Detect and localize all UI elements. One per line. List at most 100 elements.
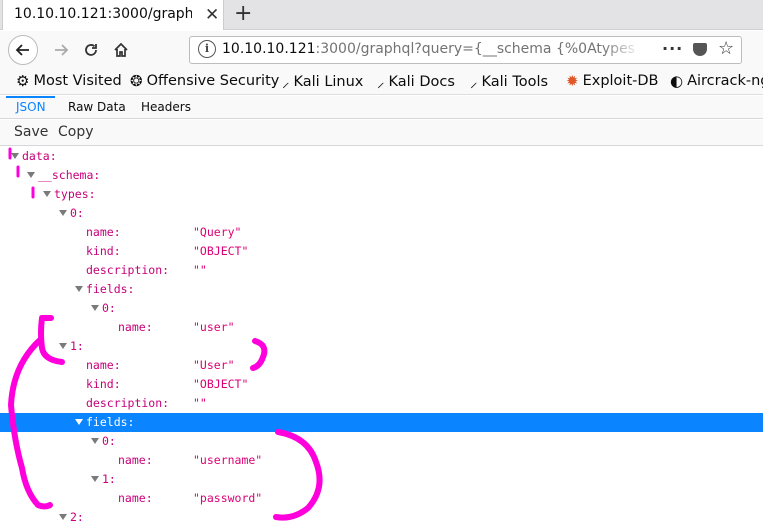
expand-toggle-icon[interactable]	[59, 514, 67, 520]
forward-button[interactable]	[46, 35, 76, 65]
tree-key: name:	[118, 491, 153, 505]
json-viewer-tabs: JSON Raw Data Headers	[0, 96, 763, 119]
copy-button[interactable]: Copy	[58, 124, 94, 140]
expand-toggle-icon[interactable]	[75, 286, 83, 292]
expand-toggle-icon[interactable]	[59, 210, 67, 216]
expand-toggle-icon[interactable]	[11, 153, 19, 159]
tree-key: 0:	[102, 434, 116, 448]
expand-toggle-icon[interactable]	[27, 172, 35, 178]
bookmark-star-icon[interactable]: ☆	[718, 38, 734, 59]
exploitdb-bug-icon: ✹	[566, 72, 579, 90]
save-button[interactable]: Save	[14, 124, 48, 140]
tree-key: kind:	[86, 377, 121, 391]
tree-row[interactable]: types:	[0, 185, 763, 204]
tree-row[interactable]: name: "Query"	[0, 223, 763, 242]
tree-row-selected[interactable]: fields:	[0, 413, 763, 432]
url-bar[interactable]: i 10.10.10.121:3000/graphql?query={__sch…	[189, 36, 742, 64]
bookmark-label: Offensive Security	[146, 73, 280, 89]
browser-tab[interactable]: 10.10.10.121:3000/graphql?query={__schem…	[2, 0, 224, 30]
tree-row[interactable]: 1:	[0, 337, 763, 356]
tree-key: 1:	[102, 472, 116, 486]
tree-key: 0:	[102, 301, 116, 315]
tree-row[interactable]: data:	[0, 147, 763, 166]
reload-button[interactable]	[76, 35, 106, 65]
tree-row[interactable]: name: "User"	[0, 356, 763, 375]
close-icon[interactable]: ✕	[205, 5, 219, 25]
expand-toggle-icon[interactable]	[43, 191, 51, 197]
tree-value: "User"	[193, 358, 235, 372]
kali-dragon-icon: ⸝	[470, 73, 478, 91]
json-viewer-toolbar: Save Copy	[0, 120, 763, 146]
tree-row[interactable]: description: ""	[0, 261, 763, 280]
bookmark-label: Kali Linux	[293, 74, 364, 90]
bookmark-aircrack-ng[interactable]: ◐ Aircrack-ng	[670, 72, 763, 90]
bookmark-offensive-security[interactable]: ❂ Offensive Security	[130, 72, 279, 90]
bookmark-most-visited[interactable]: ⚙ Most Visited	[16, 72, 122, 90]
tree-key: 2:	[70, 510, 84, 524]
expand-toggle-icon[interactable]	[91, 438, 99, 444]
bookmark-label: Most Visited	[33, 73, 122, 89]
tree-row[interactable]: name: "username"	[0, 451, 763, 470]
tree-key: description:	[86, 263, 170, 277]
expand-toggle-icon[interactable]	[59, 343, 67, 349]
tree-row[interactable]: 0:	[0, 432, 763, 451]
tree-row[interactable]: 2:	[0, 508, 763, 527]
tree-row[interactable]: fields:	[0, 280, 763, 299]
tab-headers[interactable]: Headers	[141, 100, 191, 114]
tree-row[interactable]: 1:	[0, 470, 763, 489]
bookmark-label: Kali Docs	[388, 74, 455, 90]
tab-raw-data[interactable]: Raw Data	[68, 100, 126, 114]
tree-row[interactable]: kind: "OBJECT"	[0, 242, 763, 261]
kali-dragon-icon: ⸝	[377, 73, 385, 91]
bookmark-kali-tools[interactable]: ⸝ Kali Tools	[470, 72, 548, 92]
tab-json[interactable]: JSON	[16, 100, 46, 114]
pocket-icon[interactable]	[693, 43, 707, 56]
tree-value: "user"	[193, 320, 235, 334]
expand-toggle-icon[interactable]	[91, 305, 99, 311]
json-tree: data: __schema: types: 0: name: "Query" k…	[0, 147, 763, 527]
info-icon[interactable]: i	[198, 40, 216, 58]
tree-key: kind:	[86, 244, 121, 258]
back-arrow-icon	[15, 44, 29, 56]
tree-row[interactable]: __schema:	[0, 166, 763, 185]
new-tab-icon[interactable]: +	[234, 1, 252, 26]
tree-value: ""	[193, 263, 207, 277]
home-icon	[114, 42, 128, 57]
active-tab-indicator	[6, 96, 55, 98]
tree-row[interactable]: kind: "OBJECT"	[0, 375, 763, 394]
tree-value: "username"	[193, 453, 263, 467]
bookmark-kali-docs[interactable]: ⸝ Kali Docs	[377, 72, 455, 92]
page-actions-button[interactable]: ···	[662, 39, 683, 58]
tree-key: name:	[118, 320, 153, 334]
tree-row[interactable]: description: ""	[0, 394, 763, 413]
tree-row[interactable]: name: "password"	[0, 489, 763, 508]
tree-key: name:	[86, 225, 121, 239]
tree-value: "OBJECT"	[193, 244, 249, 258]
forward-arrow-icon	[55, 44, 69, 56]
offsec-icon: ❂	[130, 72, 143, 90]
expand-toggle-icon[interactable]	[75, 419, 83, 425]
home-button[interactable]	[106, 35, 136, 65]
tree-key: name:	[86, 358, 121, 372]
aircrack-icon: ◐	[670, 72, 684, 90]
navigation-bar: i 10.10.10.121:3000/graphql?query={__sch…	[0, 31, 763, 91]
tree-key: 1:	[70, 339, 84, 353]
url-fade	[602, 37, 642, 63]
tree-value: "OBJECT"	[193, 377, 249, 391]
tree-row[interactable]: 0:	[0, 299, 763, 318]
tree-value: ""	[193, 396, 207, 410]
back-button[interactable]	[8, 35, 38, 65]
tree-value: "Query"	[193, 225, 242, 239]
tree-key: fields:	[86, 415, 135, 429]
bookmark-label: Aircrack-ng	[687, 73, 763, 89]
tree-value: "password"	[193, 491, 263, 505]
url-text[interactable]: 10.10.10.121:3000/graphql?query={__schem…	[222, 41, 642, 57]
tree-row[interactable]: 0:	[0, 204, 763, 223]
tab-title: 10.10.10.121:3000/graphql?query={__schem…	[14, 6, 192, 22]
bookmark-kali-linux[interactable]: ⸝ Kali Linux	[282, 72, 363, 92]
tree-key: fields:	[86, 282, 135, 296]
expand-toggle-icon[interactable]	[91, 476, 99, 482]
bookmark-exploit-db[interactable]: ✹ Exploit-DB	[566, 72, 658, 90]
gear-icon: ⚙	[16, 72, 30, 90]
tree-row[interactable]: name: "user"	[0, 318, 763, 337]
